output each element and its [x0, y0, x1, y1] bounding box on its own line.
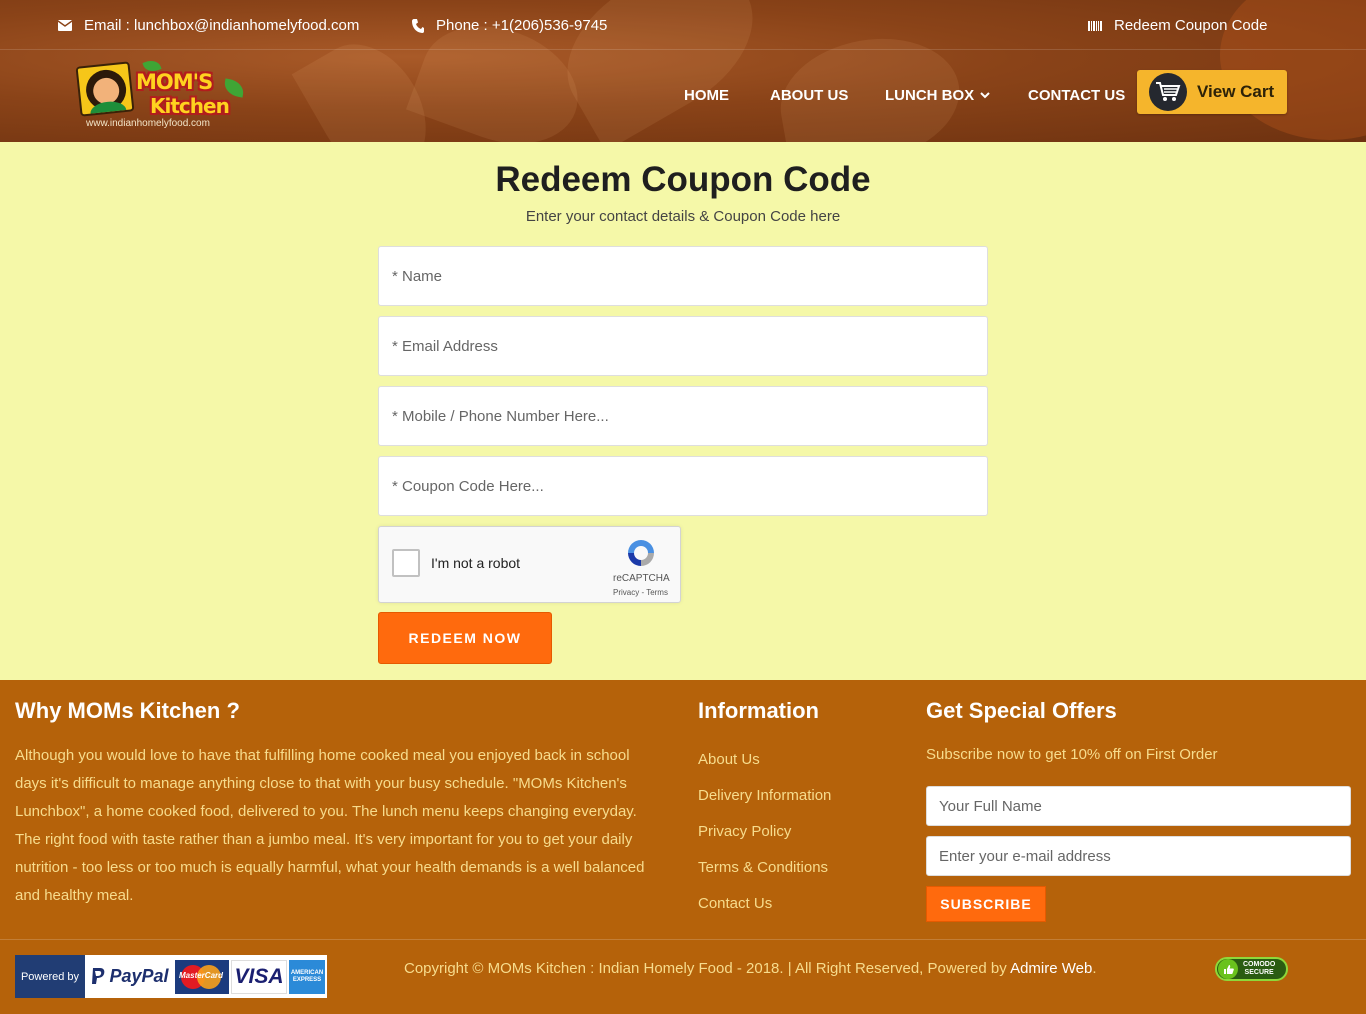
email-input[interactable]: [378, 316, 988, 376]
view-cart-label: View Cart: [1197, 82, 1275, 101]
paypal-label: PayPal: [109, 966, 169, 986]
nav-lunchbox[interactable]: LUNCH BOX: [885, 87, 990, 104]
topbar-phone-text: Phone : +1(206)536-9745: [436, 17, 608, 34]
visa-logo: VISA: [231, 959, 287, 994]
paypal-icon: [92, 967, 105, 984]
view-cart-button[interactable]: View Cart: [1137, 70, 1287, 114]
topbar-email[interactable]: Email : lunchbox@indianhomelyfood.com: [58, 17, 359, 34]
comodo-line2: SECURE: [1244, 969, 1274, 976]
barcode-icon: [1088, 20, 1102, 31]
footer-link-delivery[interactable]: Delivery Information: [698, 787, 831, 804]
copyright-end: .: [1092, 960, 1097, 977]
mastercard-label: MasterCard: [179, 970, 224, 980]
phone-input[interactable]: [378, 386, 988, 446]
topbar-redeem-text: Redeem Coupon Code: [1114, 17, 1268, 34]
envelope-icon: [58, 20, 72, 31]
mom-face-logo-icon: [75, 61, 135, 117]
nav-about-label: ABOUT US: [770, 87, 849, 104]
redeem-now-button[interactable]: REDEEM NOW: [378, 612, 552, 664]
amex-logo: AMERICAN EXPRESS: [289, 959, 325, 994]
topbar-email-text: Email : lunchbox@indianhomelyfood.com: [84, 17, 360, 34]
footer-link-terms[interactable]: Terms & Conditions: [698, 859, 828, 876]
why-paragraph: Although you would love to have that ful…: [15, 747, 645, 904]
nav-lunchbox-label: LUNCH BOX: [885, 87, 975, 104]
subscribe-email-input[interactable]: [926, 836, 1351, 876]
logo-url: www.indianhomelyfood.com: [86, 118, 210, 129]
logo-text-moms: MOM'S: [136, 70, 213, 94]
shopping-cart-icon: [1149, 73, 1187, 111]
topbar-redeem-link[interactable]: Redeem Coupon Code: [1088, 17, 1267, 34]
recaptcha-checkbox[interactable]: [392, 549, 420, 577]
top-bar: Email : lunchbox@indianhomelyfood.com Ph…: [0, 0, 1366, 50]
paypal-logo: PayPal: [85, 955, 175, 998]
footer-link-contact[interactable]: Contact Us: [698, 895, 772, 912]
offers-text: Subscribe now to get 10% off on First Or…: [926, 746, 1218, 763]
subscribe-button[interactable]: SUBSCRIBE: [926, 886, 1046, 922]
recaptcha-icon: [628, 540, 654, 566]
coupon-code-input[interactable]: [378, 456, 988, 516]
page-subtitle: Enter your contact details & Coupon Code…: [525, 208, 841, 225]
footer-link-about-us[interactable]: About Us: [698, 751, 760, 768]
comodo-secure-badge[interactable]: COMODO SECURE: [1215, 957, 1288, 981]
copyright-label: Copyright © MOMs Kitchen : Indian Homely…: [404, 960, 1011, 977]
comodo-text: COMODO SECURE: [1243, 961, 1275, 977]
mastercard-logo: MasterCard: [175, 959, 229, 994]
footer-link-privacy[interactable]: Privacy Policy: [698, 823, 791, 840]
information-heading: Information: [698, 698, 819, 723]
site-logo[interactable]: MOM'S Kitchen www.indianhomelyfood.com: [75, 57, 248, 130]
subscribe-name-input[interactable]: [926, 786, 1351, 826]
admire-web-link[interactable]: Admire Web: [1010, 960, 1092, 977]
payment-methods-banner: Powered by PayPal MasterCard VISA AMERIC…: [15, 955, 327, 998]
thumbs-up-icon: [1218, 959, 1238, 979]
logo-text-kitchen: Kitchen: [150, 94, 230, 118]
nav-about[interactable]: ABOUT US: [770, 87, 848, 104]
site-header: Email : lunchbox@indianhomelyfood.com Ph…: [0, 0, 1366, 142]
nav-contact[interactable]: CONTACT US: [1028, 87, 1125, 104]
name-input[interactable]: [378, 246, 988, 306]
topbar-phone[interactable]: Phone : +1(206)536-9745: [412, 17, 607, 34]
nav-contact-label: CONTACT US: [1028, 87, 1126, 104]
recaptcha-label: I'm not a robot: [431, 555, 521, 571]
powered-by-label: Powered by: [15, 955, 85, 998]
chevron-down-icon: [980, 92, 990, 99]
recaptcha-widget: I'm not a robot reCAPTCHA Privacy - Term…: [378, 526, 681, 603]
comodo-line1: COMODO: [1243, 961, 1276, 968]
recaptcha-terms-link[interactable]: Privacy - Terms: [613, 588, 668, 597]
nav-home[interactable]: HOME: [684, 87, 729, 104]
offers-heading: Get Special Offers: [926, 698, 1117, 723]
why-heading: Why MOMs Kitchen ?: [15, 698, 240, 723]
footer-divider: [0, 939, 1366, 940]
recaptcha-brand: reCAPTCHA: [613, 573, 670, 584]
copyright-text: Copyright © MOMs Kitchen : Indian Homely…: [404, 960, 1097, 977]
page-title: Redeem Coupon Code: [495, 160, 871, 199]
phone-icon: [412, 18, 424, 33]
nav-home-label: HOME: [684, 87, 729, 104]
